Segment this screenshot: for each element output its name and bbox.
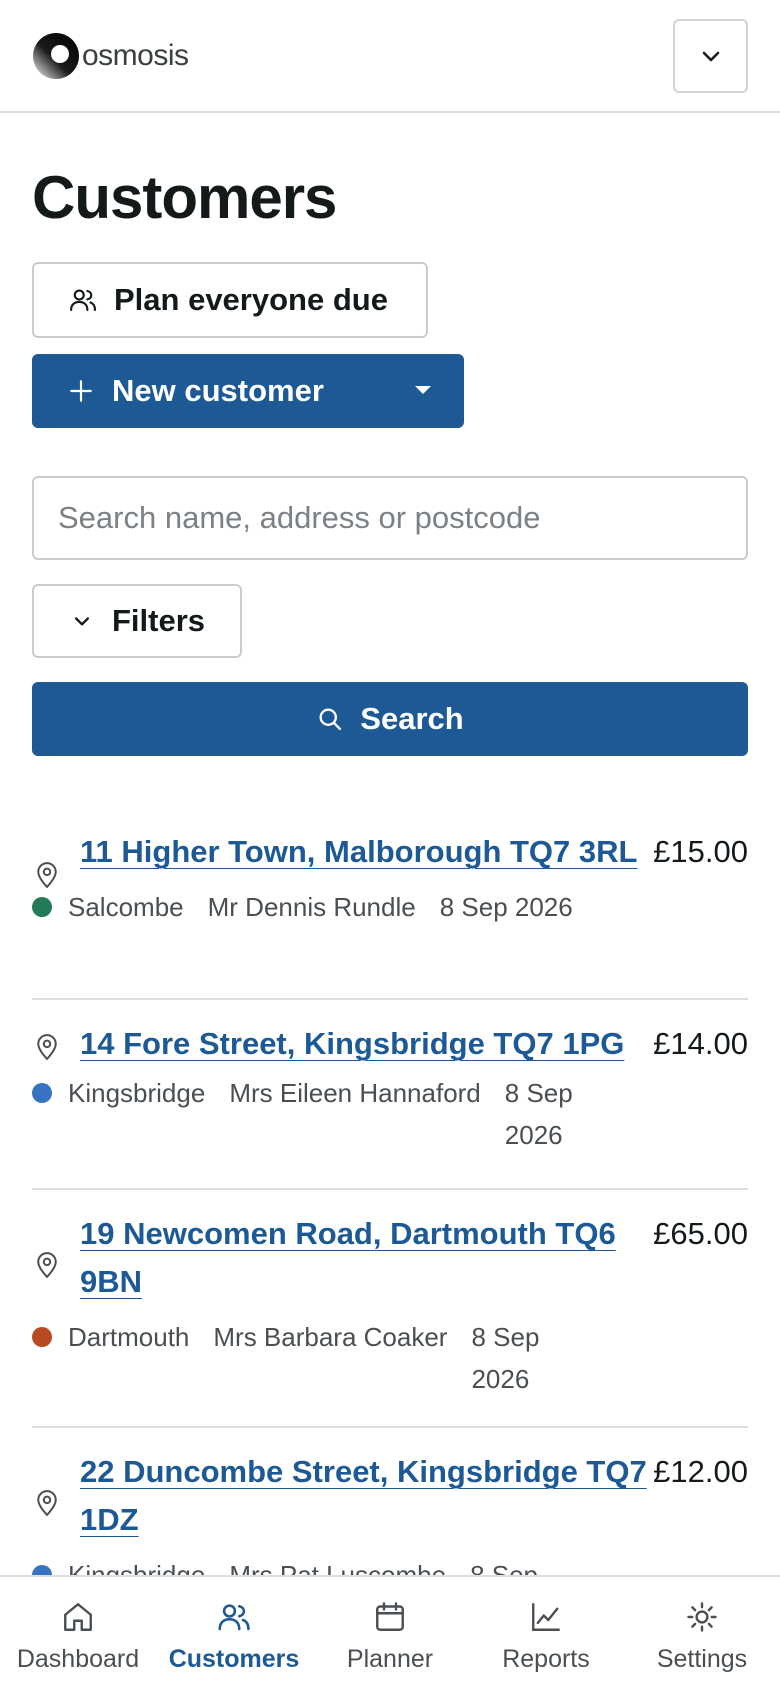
sun-icon: [687, 1602, 717, 1632]
customer-area: Dartmouth: [68, 1322, 190, 1352]
customer-due-date: 8 Sep 2026: [439, 892, 573, 922]
customer-area: Salcombe: [68, 892, 184, 922]
nav-item-customers[interactable]: Customers: [156, 1577, 312, 1688]
customer-row: 19 Newcomen Road, Dartmouth TQ6 9BN £65.…: [32, 1190, 748, 1428]
customer-address-link[interactable]: 22 Duncombe Street, Kingsbridge TQ7 1DZ: [80, 1428, 650, 1544]
users-icon: [218, 1604, 250, 1631]
plus-icon: [70, 380, 92, 402]
top-header: osmosis: [0, 0, 780, 113]
search-icon: [319, 708, 342, 731]
customer-price: £15.00: [653, 834, 748, 869]
chevron-down-icon: [702, 51, 719, 62]
map-pin-icon: [37, 862, 57, 889]
page-title: Customers: [32, 164, 337, 231]
new-customer-button[interactable]: New customer: [32, 354, 464, 428]
area-color-dot: [32, 1083, 52, 1103]
plan-everyone-due-button[interactable]: Plan everyone due: [32, 262, 428, 338]
customer-price: £65.00: [653, 1216, 748, 1251]
customer-meta: Dartmouth Mrs Barbara Coaker 8 Sep 2026: [32, 1316, 748, 1400]
nav-item-dashboard[interactable]: Dashboard: [0, 1577, 156, 1688]
users-icon: [70, 289, 97, 312]
plan-everyone-due-label: Plan everyone due: [114, 282, 388, 317]
home-icon: [64, 1603, 92, 1631]
caret-down-icon[interactable]: [414, 384, 432, 396]
customer-list: 11 Higher Town, Malborough TQ7 3RL £15.0…: [32, 808, 748, 1668]
new-customer-label: New customer: [112, 373, 324, 408]
filters-toggle-button[interactable]: Filters: [32, 584, 242, 658]
customers-page: osmosis Customers Plan everyone due New …: [0, 0, 780, 1688]
nav-item-reports[interactable]: Reports: [468, 1577, 624, 1688]
map-pin-icon: [37, 1252, 57, 1279]
map-pin-icon: [37, 1490, 57, 1517]
customer-address-link[interactable]: 19 Newcomen Road, Dartmouth TQ6 9BN: [80, 1190, 650, 1306]
nav-label: Planner: [346, 1645, 434, 1673]
customer-price: £12.00: [653, 1454, 748, 1489]
brand-logo[interactable]: osmosis: [32, 32, 189, 80]
filters-label: Filters: [112, 603, 206, 638]
area-color-dot: [32, 1327, 52, 1347]
nav-item-settings[interactable]: Settings: [624, 1577, 780, 1688]
calendar-icon: [376, 1602, 404, 1631]
nav-label: Reports: [502, 1645, 590, 1673]
bottom-nav: Dashboard Customers Planner Reports Sett…: [0, 1575, 780, 1688]
map-pin-icon: [37, 1034, 57, 1061]
customer-row: 11 Higher Town, Malborough TQ7 3RL £15.0…: [32, 808, 748, 1000]
customer-name: Mrs Eileen Hannaford: [229, 1078, 481, 1108]
customer-price: £14.00: [653, 1026, 748, 1061]
search-button-label: Search: [360, 701, 464, 736]
customer-due-date: 8 Sep 2026: [471, 1322, 540, 1394]
chart-icon: [532, 1603, 560, 1631]
search-button[interactable]: Search: [32, 682, 748, 756]
customer-search-input[interactable]: [32, 476, 748, 560]
area-color-dot: [32, 897, 52, 917]
nav-label: Customers: [168, 1645, 300, 1673]
customer-address-link[interactable]: 11 Higher Town, Malborough TQ7 3RL: [80, 808, 650, 876]
customer-row: 14 Fore Street, Kingsbridge TQ7 1PG £14.…: [32, 1000, 748, 1190]
chevron-down-icon: [75, 617, 89, 626]
customer-address-link[interactable]: 14 Fore Street, Kingsbridge TQ7 1PG: [80, 1000, 650, 1068]
customer-name: Mrs Barbara Coaker: [213, 1322, 448, 1352]
osmosis-logo-icon: [33, 33, 79, 79]
customer-name: Mr Dennis Rundle: [207, 892, 416, 922]
nav-item-planner[interactable]: Planner: [312, 1577, 468, 1688]
customer-area: Kingsbridge: [68, 1078, 206, 1108]
menu-toggle-button[interactable]: [673, 19, 748, 93]
customer-due-date: 8 Sep 2026: [504, 1078, 573, 1150]
customer-meta: Salcombe Mr Dennis Rundle 8 Sep 2026: [32, 886, 748, 928]
brand-name: osmosis: [82, 39, 189, 72]
customer-meta: Kingsbridge Mrs Eileen Hannaford 8 Sep 2…: [32, 1072, 748, 1156]
nav-label: Dashboard: [16, 1645, 140, 1673]
nav-label: Settings: [656, 1645, 748, 1673]
